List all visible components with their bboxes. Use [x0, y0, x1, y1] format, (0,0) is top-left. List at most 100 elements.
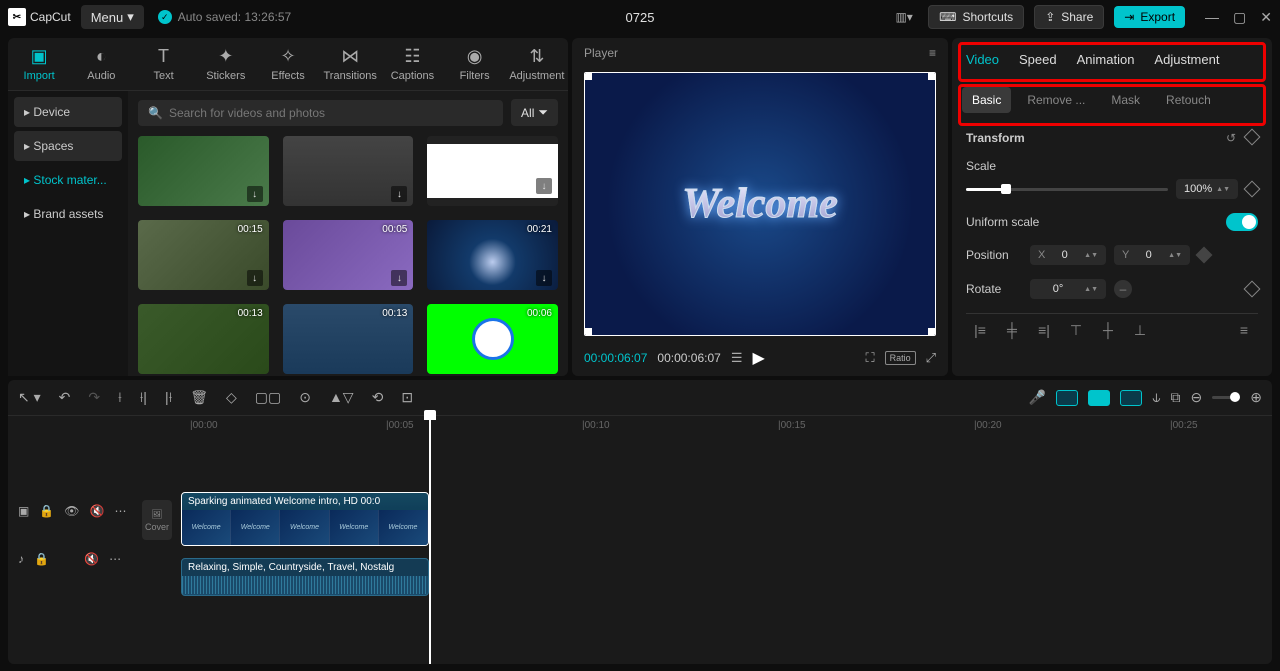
link-icon[interactable]: ⧉ — [1171, 389, 1181, 406]
freeze-tool[interactable]: ▢▢ — [255, 389, 281, 406]
media-thumb-4[interactable]: 00:15↓ — [138, 220, 269, 290]
media-thumb-8[interactable]: 00:13 — [283, 304, 414, 374]
media-thumb-9[interactable]: 00:06 — [427, 304, 558, 374]
media-thumb-6[interactable]: 00:21↓ — [427, 220, 558, 290]
sidebar-device[interactable]: ▸ Device — [14, 97, 122, 127]
tab-audio[interactable]: ◐Audio — [70, 38, 132, 90]
sub-tab-remove[interactable]: Remove ... — [1017, 87, 1095, 113]
sub-tab-retouch[interactable]: Retouch — [1156, 87, 1221, 113]
sidebar-stock[interactable]: ▸ Stock mater... — [14, 165, 122, 195]
more-icon[interactable]: ⋯ — [114, 504, 126, 518]
media-thumb-1[interactable]: ↓ — [138, 136, 269, 206]
minimize-button[interactable]: — — [1205, 9, 1219, 26]
media-thumb-3[interactable]: ↓ — [427, 136, 558, 206]
align-top-icon[interactable]: ⊤ — [1066, 322, 1086, 339]
keyframe-position[interactable] — [1196, 247, 1213, 264]
player-menu-icon[interactable]: ≡ — [929, 46, 936, 60]
zoom-out-button[interactable]: ⊖ — [1191, 389, 1203, 406]
resize-handle-tr[interactable] — [928, 72, 936, 80]
reverse-tool[interactable]: ⟲ — [372, 389, 384, 406]
tab-stickers[interactable]: ✦Stickers — [195, 38, 257, 90]
keyframe-icon[interactable] — [1244, 129, 1261, 146]
mirror-tool[interactable]: ▲▽ — [329, 389, 354, 406]
snap-toggle-1[interactable] — [1056, 390, 1078, 406]
time-ruler[interactable]: |00:00 |00:05 |00:10 |00:15 |00:20 |00:2… — [140, 416, 1272, 438]
shortcuts-button[interactable]: ⌨ Shortcuts — [928, 5, 1024, 29]
split-left-tool[interactable]: ⟊| — [140, 389, 147, 406]
audio-clip[interactable]: Relaxing, Simple, Countryside, Travel, N… — [181, 558, 429, 596]
prop-tab-animation[interactable]: Animation — [1071, 48, 1141, 71]
pos-x-input[interactable]: X0▲▼ — [1030, 245, 1106, 265]
video-clip[interactable]: Sparking animated Welcome intro, HD 00:0… — [181, 492, 429, 546]
magnet-icon[interactable]: ⫝ — [1152, 389, 1160, 406]
more-icon[interactable]: ⋯ — [109, 552, 121, 566]
menu-button[interactable]: Menu ▾ — [81, 5, 144, 29]
pos-y-input[interactable]: Y0▲▼ — [1114, 245, 1190, 265]
tab-import[interactable]: ▣Import — [8, 38, 70, 90]
sidebar-brand[interactable]: ▸ Brand assets — [14, 199, 122, 229]
stepper-icon[interactable]: ▲▼ — [1168, 252, 1182, 259]
fullscreen-icon[interactable]: ⤢ — [926, 350, 936, 366]
share-button[interactable]: ⇪ Share — [1034, 5, 1104, 29]
snap-toggle-3[interactable] — [1120, 390, 1142, 406]
uniform-toggle[interactable] — [1226, 213, 1258, 231]
align-right-icon[interactable]: ≡| — [1034, 322, 1054, 339]
split-right-tool[interactable]: |⟊ — [165, 389, 172, 406]
tab-adjustment[interactable]: ⇅Adjustment — [506, 38, 568, 90]
section-transform[interactable]: Transform — [966, 131, 1025, 145]
media-thumb-5[interactable]: 00:05↓ — [283, 220, 414, 290]
download-icon[interactable]: ↓ — [536, 178, 552, 194]
lock-icon[interactable]: 🔒 — [39, 504, 54, 518]
crop-tool[interactable]: ⊡ — [401, 389, 413, 406]
download-icon[interactable]: ↓ — [536, 270, 552, 286]
resize-handle-br[interactable] — [928, 328, 936, 336]
keyframe-rotate[interactable] — [1244, 281, 1261, 298]
audio-track-icon[interactable]: ♪ — [18, 552, 24, 566]
list-icon[interactable]: ☰ — [731, 350, 743, 366]
filter-all-button[interactable]: All ⏷ — [511, 99, 558, 126]
track-icon[interactable]: ▣ — [18, 504, 29, 518]
rotate-input[interactable]: 0°▲▼ — [1030, 279, 1106, 299]
tab-transitions[interactable]: ⋈Transitions — [319, 38, 381, 90]
download-icon[interactable]: ↓ — [247, 186, 263, 202]
ratio-button[interactable]: Ratio — [885, 351, 916, 365]
speed-tool[interactable]: ⊙ — [299, 389, 311, 406]
stepper-icon[interactable]: ▲▼ — [1216, 186, 1230, 193]
lock-icon[interactable]: 🔒 — [34, 552, 49, 566]
tab-filters[interactable]: ◉Filters — [444, 38, 506, 90]
resize-handle-bl[interactable] — [584, 328, 592, 336]
prop-tab-adjustment[interactable]: Adjustment — [1148, 48, 1225, 71]
delete-tool[interactable]: 🗑 — [190, 389, 208, 406]
maximize-button[interactable]: ▢ — [1233, 9, 1246, 26]
keyframe-scale[interactable] — [1244, 181, 1261, 198]
redo-button[interactable]: ↷ — [88, 389, 100, 406]
download-icon[interactable]: ↓ — [391, 270, 407, 286]
sub-tab-mask[interactable]: Mask — [1101, 87, 1150, 113]
close-button[interactable]: ✕ — [1260, 9, 1272, 26]
sub-tab-basic[interactable]: Basic — [962, 87, 1011, 113]
align-center-v-icon[interactable]: ┼ — [1098, 322, 1118, 339]
search-input[interactable]: 🔍 Search for videos and photos — [138, 100, 503, 126]
align-center-h-icon[interactable]: ╪ — [1002, 322, 1022, 339]
scale-value[interactable]: 100%▲▼ — [1176, 179, 1238, 199]
eye-icon[interactable]: 👁 — [64, 504, 79, 518]
stepper-icon[interactable]: ▲▼ — [1084, 286, 1098, 293]
tab-text[interactable]: TText — [132, 38, 194, 90]
zoom-in-button[interactable]: ⊕ — [1250, 389, 1262, 406]
align-left-icon[interactable]: |≡ — [970, 322, 990, 339]
marker-tool[interactable]: ◇ — [226, 389, 237, 406]
playhead[interactable] — [429, 416, 431, 664]
mute-icon[interactable]: 🔇 — [84, 552, 99, 566]
undo-button[interactable]: ↶ — [59, 389, 71, 406]
mute-icon[interactable]: 🔇 — [90, 504, 105, 518]
resize-handle-tl[interactable] — [584, 72, 592, 80]
tab-captions[interactable]: ☷Captions — [381, 38, 443, 90]
align-bottom-icon[interactable]: ⊥ — [1130, 322, 1150, 339]
play-button[interactable]: ▶ — [752, 348, 764, 368]
prop-tab-video[interactable]: Video — [960, 48, 1005, 71]
align-more-icon[interactable]: ≡ — [1234, 322, 1254, 339]
export-button[interactable]: ⇥ Export — [1114, 6, 1185, 28]
mic-button[interactable]: 🎤 — [1029, 389, 1046, 406]
split-tool[interactable]: ⟊ — [118, 389, 122, 406]
preview-canvas[interactable]: Welcome — [584, 72, 936, 336]
